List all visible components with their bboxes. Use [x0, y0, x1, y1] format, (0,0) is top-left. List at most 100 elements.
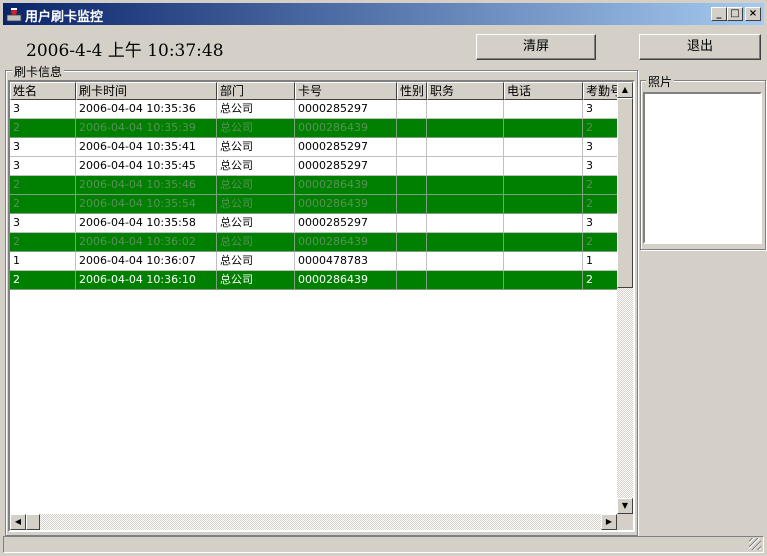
- current-datetime: 2006-4-4 上午 10:37:48: [26, 41, 224, 61]
- scroll-corner: [617, 514, 633, 530]
- column-header-name[interactable]: 姓名: [10, 82, 76, 100]
- column-header-phone[interactable]: 电话: [504, 82, 583, 100]
- table-cell: 0000285297: [295, 100, 397, 119]
- table-cell: 2: [583, 271, 621, 290]
- column-header-card[interactable]: 卡号: [295, 82, 397, 100]
- user-card-icon: [6, 8, 22, 22]
- table-cell: [504, 233, 583, 252]
- arrow-down-icon[interactable]: ▼: [617, 498, 633, 514]
- table-cell: 2: [583, 176, 621, 195]
- arrow-up-icon[interactable]: ▲: [617, 82, 633, 98]
- card-info-label: 刷卡信息: [12, 63, 65, 80]
- table-cell: 2006-04-04 10:35:46: [76, 176, 217, 195]
- table-cell: 2006-04-04 10:35:41: [76, 138, 217, 157]
- table-cell: 3: [10, 157, 76, 176]
- table-cell: [504, 157, 583, 176]
- column-header-attendance[interactable]: 考勤号: [583, 82, 621, 100]
- table-cell: [427, 214, 504, 233]
- table-cell: 1: [583, 252, 621, 271]
- table-cell: 3: [10, 100, 76, 119]
- table-cell: [504, 119, 583, 138]
- photo-label: 照片: [646, 73, 675, 90]
- table-cell: 3: [583, 100, 621, 119]
- main-window: 用户刷卡监控 _ □ × 2006-4-4 上午 10:37:48 清屏 退出 …: [0, 0, 767, 556]
- table-row[interactable]: 2 2006-04-04 10:35:39 总公司 0000286439 2: [10, 119, 621, 138]
- table-cell: [504, 214, 583, 233]
- card-list[interactable]: 姓名 刷卡时间 部门 卡号 性别 职务 电话 考勤号 3 2006-04-04 1…: [8, 80, 635, 532]
- table-row[interactable]: 2 2006-04-04 10:36:10 总公司 0000286439 2: [10, 271, 621, 290]
- table-cell: 2: [583, 119, 621, 138]
- table-cell: 总公司: [217, 100, 295, 119]
- table-cell: [397, 252, 427, 271]
- table-cell: [427, 271, 504, 290]
- table-cell: 0000286439: [295, 176, 397, 195]
- table-row[interactable]: 2 2006-04-04 10:35:54 总公司 0000286439 2: [10, 195, 621, 214]
- table-cell: 2: [10, 176, 76, 195]
- table-cell: 0000285297: [295, 138, 397, 157]
- table-cell: [397, 157, 427, 176]
- list-header: 姓名 刷卡时间 部门 卡号 性别 职务 电话 考勤号: [10, 82, 621, 100]
- table-cell: [504, 252, 583, 271]
- table-cell: 2: [10, 271, 76, 290]
- table-cell: 2: [583, 195, 621, 214]
- table-cell: 0000478783: [295, 252, 397, 271]
- table-cell: 2006-04-04 10:35:45: [76, 157, 217, 176]
- column-header-gender[interactable]: 性别: [397, 82, 427, 100]
- table-cell: 总公司: [217, 138, 295, 157]
- column-header-time[interactable]: 刷卡时间: [76, 82, 217, 100]
- table-row[interactable]: 3 2006-04-04 10:35:36 总公司 0000285297 3: [10, 100, 621, 119]
- table-cell: [397, 100, 427, 119]
- table-cell: [397, 233, 427, 252]
- table-cell: 总公司: [217, 271, 295, 290]
- table-cell: 0000286439: [295, 195, 397, 214]
- minimize-button[interactable]: _: [711, 7, 727, 21]
- table-cell: 2006-04-04 10:36:10: [76, 271, 217, 290]
- column-header-dept[interactable]: 部门: [217, 82, 295, 100]
- table-row[interactable]: 3 2006-04-04 10:35:58 总公司 0000285297 3: [10, 214, 621, 233]
- table-cell: 3: [10, 138, 76, 157]
- table-cell: [427, 195, 504, 214]
- table-cell: 2006-04-04 10:35:36: [76, 100, 217, 119]
- close-button[interactable]: ×: [745, 7, 761, 21]
- table-cell: 3: [583, 138, 621, 157]
- table-cell: [504, 271, 583, 290]
- resize-grip-icon[interactable]: [749, 538, 761, 550]
- vertical-scroll-thumb[interactable]: [617, 98, 633, 288]
- table-cell: 2006-04-04 10:35:58: [76, 214, 217, 233]
- table-row[interactable]: 3 2006-04-04 10:35:45 总公司 0000285297 3: [10, 157, 621, 176]
- horizontal-scroll-thumb[interactable]: [26, 514, 40, 530]
- table-cell: 总公司: [217, 233, 295, 252]
- table-cell: 2: [10, 119, 76, 138]
- table-cell: [397, 214, 427, 233]
- table-cell: 2006-04-04 10:35:39: [76, 119, 217, 138]
- list-rows: 3 2006-04-04 10:35:36 总公司 0000285297 3 2 2006-…: [10, 100, 621, 290]
- table-row[interactable]: 3 2006-04-04 10:35:41 总公司 0000285297 3: [10, 138, 621, 157]
- table-cell: 2006-04-04 10:36:02: [76, 233, 217, 252]
- table-cell: [504, 195, 583, 214]
- horizontal-scrollbar[interactable]: ◀ ▶: [10, 514, 617, 530]
- table-cell: 总公司: [217, 214, 295, 233]
- maximize-button[interactable]: □: [727, 7, 743, 21]
- table-cell: [504, 138, 583, 157]
- vertical-scrollbar[interactable]: ▲ ▼: [617, 82, 633, 514]
- window-title: 用户刷卡监控: [25, 10, 104, 25]
- table-cell: [397, 119, 427, 138]
- arrow-left-icon[interactable]: ◀: [10, 514, 26, 530]
- table-row[interactable]: 1 2006-04-04 10:36:07 总公司 0000478783 1: [10, 252, 621, 271]
- title-bar[interactable]: 用户刷卡监控 _ □ ×: [3, 3, 764, 25]
- table-cell: [504, 100, 583, 119]
- column-header-position[interactable]: 职务: [427, 82, 504, 100]
- table-cell: [397, 195, 427, 214]
- table-cell: 2: [10, 195, 76, 214]
- table-cell: 总公司: [217, 119, 295, 138]
- table-cell: [427, 252, 504, 271]
- table-cell: 总公司: [217, 176, 295, 195]
- clear-screen-button[interactable]: 清屏: [476, 34, 596, 60]
- arrow-right-icon[interactable]: ▶: [601, 514, 617, 530]
- table-cell: 2006-04-04 10:36:07: [76, 252, 217, 271]
- table-cell: 2: [583, 233, 621, 252]
- table-row[interactable]: 2 2006-04-04 10:35:46 总公司 0000286439 2: [10, 176, 621, 195]
- table-cell: 2: [10, 233, 76, 252]
- table-row[interactable]: 2 2006-04-04 10:36:02 总公司 0000286439 2: [10, 233, 621, 252]
- exit-button[interactable]: 退出: [639, 34, 761, 60]
